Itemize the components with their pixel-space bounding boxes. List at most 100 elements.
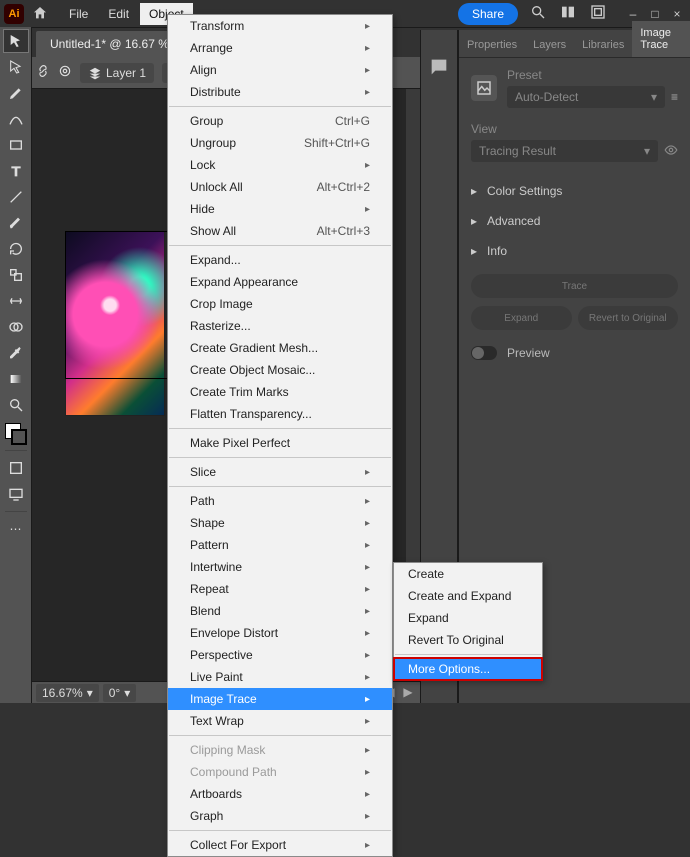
image-trace-submenu-item-create-and-expand[interactable]: Create and Expand bbox=[394, 585, 542, 607]
object-menu-item-slice[interactable]: Slice▸ bbox=[168, 461, 392, 483]
view-dropdown[interactable]: Tracing Result▾ bbox=[471, 140, 658, 162]
menu-file[interactable]: File bbox=[60, 3, 97, 25]
object-menu-item-show-all[interactable]: Show AllAlt+Ctrl+3 bbox=[168, 220, 392, 242]
scale-tool-icon[interactable] bbox=[3, 263, 29, 287]
object-menu-item-make-pixel-perfect[interactable]: Make Pixel Perfect bbox=[168, 432, 392, 454]
object-menu-item-pattern[interactable]: Pattern▸ bbox=[168, 534, 392, 556]
workspace-icon[interactable] bbox=[590, 4, 606, 23]
object-menu-item-text-wrap[interactable]: Text Wrap▸ bbox=[168, 710, 392, 732]
edit-toolbar-icon[interactable]: ⋯ bbox=[3, 517, 29, 541]
menu-edit[interactable]: Edit bbox=[99, 3, 138, 25]
object-menu-item-flatten-transparency[interactable]: Flatten Transparency... bbox=[168, 403, 392, 425]
object-menu-item-unlock-all[interactable]: Unlock AllAlt+Ctrl+2 bbox=[168, 176, 392, 198]
preset-icon bbox=[471, 75, 497, 101]
object-menu-item-hide[interactable]: Hide▸ bbox=[168, 198, 392, 220]
object-menu-item-intertwine[interactable]: Intertwine▸ bbox=[168, 556, 392, 578]
fill-stroke-swatch[interactable] bbox=[5, 423, 27, 445]
paintbrush-tool-icon[interactable] bbox=[3, 211, 29, 235]
image-trace-submenu-item-more-options[interactable]: More Options... bbox=[394, 658, 542, 680]
zoom-tool-icon[interactable] bbox=[3, 393, 29, 417]
object-menu-item-crop-image[interactable]: Crop Image bbox=[168, 293, 392, 315]
object-menu-item-shape[interactable]: Shape▸ bbox=[168, 512, 392, 534]
screen-mode-icon[interactable] bbox=[3, 482, 29, 506]
section-info[interactable]: ▸Info bbox=[471, 236, 678, 266]
window-controls: – □ × bbox=[624, 7, 686, 21]
link-icon[interactable] bbox=[36, 64, 50, 81]
shape-builder-tool-icon[interactable] bbox=[3, 315, 29, 339]
object-menu-item-collect-for-export[interactable]: Collect For Export▸ bbox=[168, 834, 392, 856]
image-trace-submenu-item-expand[interactable]: Expand bbox=[394, 607, 542, 629]
expand-button[interactable]: Expand bbox=[471, 306, 572, 330]
window-close-icon[interactable]: × bbox=[668, 7, 686, 21]
rotate-tool-icon[interactable] bbox=[3, 237, 29, 261]
object-menu-item-path[interactable]: Path▸ bbox=[168, 490, 392, 512]
object-menu-item-arrange[interactable]: Arrange▸ bbox=[168, 37, 392, 59]
vertical-scrollbar-thumb[interactable] bbox=[408, 379, 418, 419]
object-menu-item-distribute[interactable]: Distribute▸ bbox=[168, 81, 392, 103]
window-maximize-icon[interactable]: □ bbox=[646, 7, 664, 21]
placed-image[interactable] bbox=[65, 231, 165, 416]
share-button[interactable]: Share bbox=[458, 3, 518, 25]
object-menu-item-artboards[interactable]: Artboards▸ bbox=[168, 783, 392, 805]
object-menu-item-lock[interactable]: Lock▸ bbox=[168, 154, 392, 176]
width-tool-icon[interactable] bbox=[3, 289, 29, 313]
search-icon[interactable] bbox=[530, 4, 546, 23]
tab-layers[interactable]: Layers bbox=[525, 33, 574, 57]
submenu-arrow-icon: ▸ bbox=[365, 628, 370, 639]
chevron-right-icon: ▸ bbox=[471, 184, 479, 198]
tab-properties[interactable]: Properties bbox=[459, 33, 525, 57]
revert-button[interactable]: Revert to Original bbox=[578, 306, 679, 330]
object-menu-item-create-gradient-mesh[interactable]: Create Gradient Mesh... bbox=[168, 337, 392, 359]
layer-indicator[interactable]: Layer 1 bbox=[80, 63, 154, 83]
pen-tool-icon[interactable] bbox=[3, 81, 29, 105]
object-menu-item-repeat[interactable]: Repeat▸ bbox=[168, 578, 392, 600]
preset-dropdown[interactable]: Auto-Detect▾ bbox=[507, 86, 665, 108]
object-menu-item-image-trace[interactable]: Image Trace▸ bbox=[168, 688, 392, 710]
zoom-dropdown[interactable]: 16.67%▾ bbox=[36, 684, 99, 702]
preview-toggle[interactable] bbox=[471, 346, 497, 360]
object-menu-item-ungroup[interactable]: UngroupShift+Ctrl+G bbox=[168, 132, 392, 154]
comments-icon[interactable] bbox=[428, 56, 450, 78]
direct-selection-tool-icon[interactable] bbox=[3, 55, 29, 79]
section-advanced[interactable]: ▸Advanced bbox=[471, 206, 678, 236]
object-menu-item-create-trim-marks[interactable]: Create Trim Marks bbox=[168, 381, 392, 403]
type-tool-icon[interactable] bbox=[3, 159, 29, 183]
selection-tool-icon[interactable] bbox=[3, 29, 29, 53]
visibility-icon[interactable] bbox=[664, 143, 678, 160]
object-menu-item-align[interactable]: Align▸ bbox=[168, 59, 392, 81]
rotate-dropdown[interactable]: 0°▾ bbox=[103, 684, 137, 702]
image-trace-submenu-item-revert-to-original[interactable]: Revert To Original bbox=[394, 629, 542, 651]
object-menu-item-expand[interactable]: Expand... bbox=[168, 249, 392, 271]
object-menu-item-blend[interactable]: Blend▸ bbox=[168, 600, 392, 622]
rectangle-tool-icon[interactable] bbox=[3, 133, 29, 157]
curvature-tool-icon[interactable] bbox=[3, 107, 29, 131]
preset-label: Preset bbox=[507, 68, 678, 82]
panel-menu-icon[interactable]: ≡ bbox=[671, 90, 678, 104]
artboard-next-icon[interactable]: ▶ bbox=[400, 685, 416, 700]
section-color-settings[interactable]: ▸Color Settings bbox=[471, 176, 678, 206]
arrange-documents-icon[interactable] bbox=[560, 4, 576, 23]
object-menu-item-envelope-distort[interactable]: Envelope Distort▸ bbox=[168, 622, 392, 644]
submenu-arrow-icon: ▸ bbox=[365, 518, 370, 529]
object-menu-item-live-paint[interactable]: Live Paint▸ bbox=[168, 666, 392, 688]
window-minimize-icon[interactable]: – bbox=[624, 7, 642, 21]
line-tool-icon[interactable] bbox=[3, 185, 29, 209]
object-menu-item-compound-path[interactable]: Compound Path▸ bbox=[168, 761, 392, 783]
gradient-tool-icon[interactable] bbox=[3, 367, 29, 391]
object-menu-item-transform[interactable]: Transform▸ bbox=[168, 15, 392, 37]
image-trace-submenu-item-create[interactable]: Create bbox=[394, 563, 542, 585]
home-icon[interactable] bbox=[32, 5, 50, 23]
trace-button[interactable]: Trace bbox=[471, 274, 678, 298]
target-layer-icon[interactable] bbox=[58, 64, 72, 81]
tab-libraries[interactable]: Libraries bbox=[574, 33, 632, 57]
tab-image-trace[interactable]: Image Trace bbox=[632, 21, 690, 57]
object-menu-item-perspective[interactable]: Perspective▸ bbox=[168, 644, 392, 666]
object-menu-item-clipping-mask[interactable]: Clipping Mask▸ bbox=[168, 739, 392, 761]
object-menu-item-expand-appearance[interactable]: Expand Appearance bbox=[168, 271, 392, 293]
object-menu-item-create-object-mosaic[interactable]: Create Object Mosaic... bbox=[168, 359, 392, 381]
object-menu-item-group[interactable]: GroupCtrl+G bbox=[168, 110, 392, 132]
object-menu-item-rasterize[interactable]: Rasterize... bbox=[168, 315, 392, 337]
draw-mode-icon[interactable] bbox=[3, 456, 29, 480]
object-menu-item-graph[interactable]: Graph▸ bbox=[168, 805, 392, 827]
eyedropper-tool-icon[interactable] bbox=[3, 341, 29, 365]
